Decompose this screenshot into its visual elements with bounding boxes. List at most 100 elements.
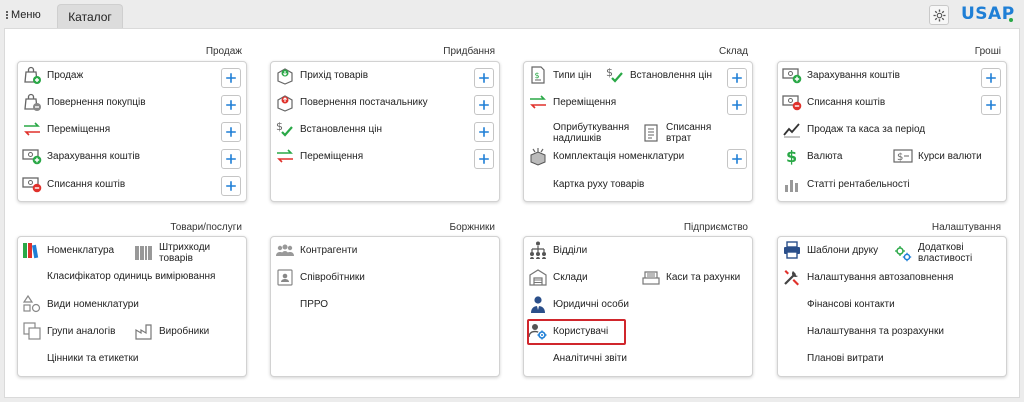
plus-icon <box>223 178 239 194</box>
plus-icon <box>729 151 745 167</box>
link-exchange-rates[interactable]: Курси валюти <box>893 146 982 166</box>
dollar-icon <box>782 146 802 166</box>
usap-logo: USAP <box>961 4 1015 24</box>
section-title-warehouse: Склад <box>719 46 748 57</box>
link-financial-contacts[interactable]: Фінансові контакти <box>782 294 895 314</box>
price-check-icon <box>605 65 625 85</box>
link-money-in[interactable]: Зарахування коштів <box>782 65 900 85</box>
copy-icon <box>22 321 42 341</box>
link-customer-returns[interactable]: Повернення покупців <box>22 92 146 112</box>
link-purchase-transfer[interactable]: Переміщення <box>275 146 363 166</box>
link-units-classifier[interactable]: Класифікатор одиниць вимірювання <box>22 266 215 286</box>
add-goods-receipt-button[interactable] <box>474 68 494 88</box>
add-purchase-set-prices-button[interactable] <box>474 122 494 142</box>
settings-gear-button[interactable] <box>929 5 949 25</box>
blank-icon <box>528 123 548 143</box>
menu-button[interactable]: Меню <box>6 9 41 21</box>
link-price-types[interactable]: Типи цін <box>528 65 592 85</box>
link-stock-card[interactable]: Картка руху товарів <box>528 174 644 194</box>
link-legal-entities[interactable]: Юридичні особи <box>528 294 629 314</box>
box-in-icon <box>275 65 295 85</box>
link-warehouse-transfer[interactable]: Переміщення <box>528 92 616 112</box>
add-money-out-button[interactable] <box>981 95 1001 115</box>
link-analog-groups[interactable]: Групи аналогів <box>22 321 115 341</box>
plus-icon <box>729 97 745 113</box>
section-title-settings: Налаштування <box>931 222 1001 233</box>
add-supplier-return-button[interactable] <box>474 95 494 115</box>
list-icon <box>641 123 661 143</box>
plus-icon <box>983 97 999 113</box>
link-warehouses[interactable]: Склади <box>528 267 588 287</box>
bag-minus-icon <box>22 92 42 112</box>
link-supplier-returns[interactable]: Повернення постачальнику <box>275 92 428 112</box>
blank-icon <box>782 321 802 341</box>
link-counterparties[interactable]: Контрагенти <box>275 240 357 260</box>
add-sales-money-in-button[interactable] <box>221 149 241 169</box>
plus-icon <box>476 124 492 140</box>
people-icon <box>275 240 295 260</box>
link-nomenclature[interactable]: Номенклатура <box>22 240 114 260</box>
link-loss-writeoff[interactable]: Списання втрат <box>641 122 721 144</box>
add-sales-transfer-button[interactable] <box>221 122 241 142</box>
money-plus-icon <box>782 65 802 85</box>
link-purchase-set-prices[interactable]: Встановлення цін <box>275 119 382 139</box>
transfer-arrows-icon <box>528 92 548 112</box>
add-warehouse-set-prices-button[interactable] <box>727 68 747 88</box>
gear-icon <box>932 8 947 23</box>
link-warehouse-set-prices[interactable]: Встановлення цін <box>605 65 712 85</box>
link-analytics-reports[interactable]: Аналітичні звіти <box>528 348 627 368</box>
users-highlight-frame <box>527 319 626 345</box>
tools-icon <box>782 267 802 287</box>
link-nomenclature-types[interactable]: Види номенклатури <box>22 294 139 314</box>
section-title-purchases: Придбання <box>443 46 495 57</box>
plus-icon <box>223 97 239 113</box>
money-minus-icon <box>782 92 802 112</box>
add-purchase-transfer-button[interactable] <box>474 149 494 169</box>
link-sales-cash-period[interactable]: Продаж та каса за період <box>782 119 925 139</box>
add-kitting-button[interactable] <box>727 149 747 169</box>
link-prro[interactable]: ПРРО <box>275 294 328 314</box>
link-sales-money-out[interactable]: Списання коштів <box>22 174 125 194</box>
books-icon <box>22 240 42 260</box>
link-cash-accounts[interactable]: Каси та рахунки <box>641 267 740 287</box>
add-customer-return-button[interactable] <box>221 95 241 115</box>
tab-catalog[interactable]: Каталог <box>57 4 123 28</box>
section-title-goods: Товари/послуги <box>170 222 242 233</box>
box-out-icon <box>275 92 295 112</box>
link-departments[interactable]: Відділи <box>528 240 587 260</box>
link-money-out[interactable]: Списання коштів <box>782 92 885 112</box>
blank-icon <box>275 294 295 314</box>
add-sale-button[interactable] <box>221 68 241 88</box>
money-plus-icon <box>22 146 42 166</box>
link-goods-receipt[interactable]: Прихід товарів <box>275 65 368 85</box>
link-print-templates[interactable]: Шаблони друку <box>782 240 878 260</box>
link-barcodes[interactable]: Штрихкоди товарів <box>134 242 239 264</box>
link-profitability-items[interactable]: Статті рентабельності <box>782 174 910 194</box>
add-money-in-button[interactable] <box>981 68 1001 88</box>
bag-plus-icon <box>22 65 42 85</box>
section-title-debtors: Боржники <box>449 222 495 233</box>
blank-icon <box>782 348 802 368</box>
add-warehouse-transfer-button[interactable] <box>727 95 747 115</box>
price-check-icon <box>275 119 295 139</box>
link-sales-transfer[interactable]: Переміщення <box>22 119 110 139</box>
transfer-arrows-icon <box>22 119 42 139</box>
link-kitting[interactable]: Комплектація номенклатури <box>528 146 684 166</box>
plus-icon <box>476 97 492 113</box>
add-sales-money-out-button[interactable] <box>221 176 241 196</box>
logo-mark-icon <box>1009 18 1013 22</box>
link-surplus-posting[interactable]: Оприбуткування надлишків <box>528 122 638 144</box>
plus-icon <box>223 151 239 167</box>
gears-icon <box>893 243 913 263</box>
link-autofill-settings[interactable]: Налаштування автозаповнення <box>782 267 953 287</box>
link-manufacturers[interactable]: Виробники <box>134 321 209 341</box>
link-employees[interactable]: Співробітники <box>275 267 365 287</box>
link-price-tags[interactable]: Цінники та етикетки <box>22 348 138 368</box>
id-badge-icon <box>275 267 295 287</box>
link-extra-properties[interactable]: Додаткові властивості <box>893 242 1003 264</box>
link-sales-money-in[interactable]: Зарахування коштів <box>22 146 140 166</box>
link-planned-expenses[interactable]: Планові витрати <box>782 348 884 368</box>
link-settings-calculations[interactable]: Налаштування та розрахунки <box>782 321 944 341</box>
link-currency[interactable]: Валюта <box>782 146 842 166</box>
link-sale[interactable]: Продаж <box>22 65 83 85</box>
